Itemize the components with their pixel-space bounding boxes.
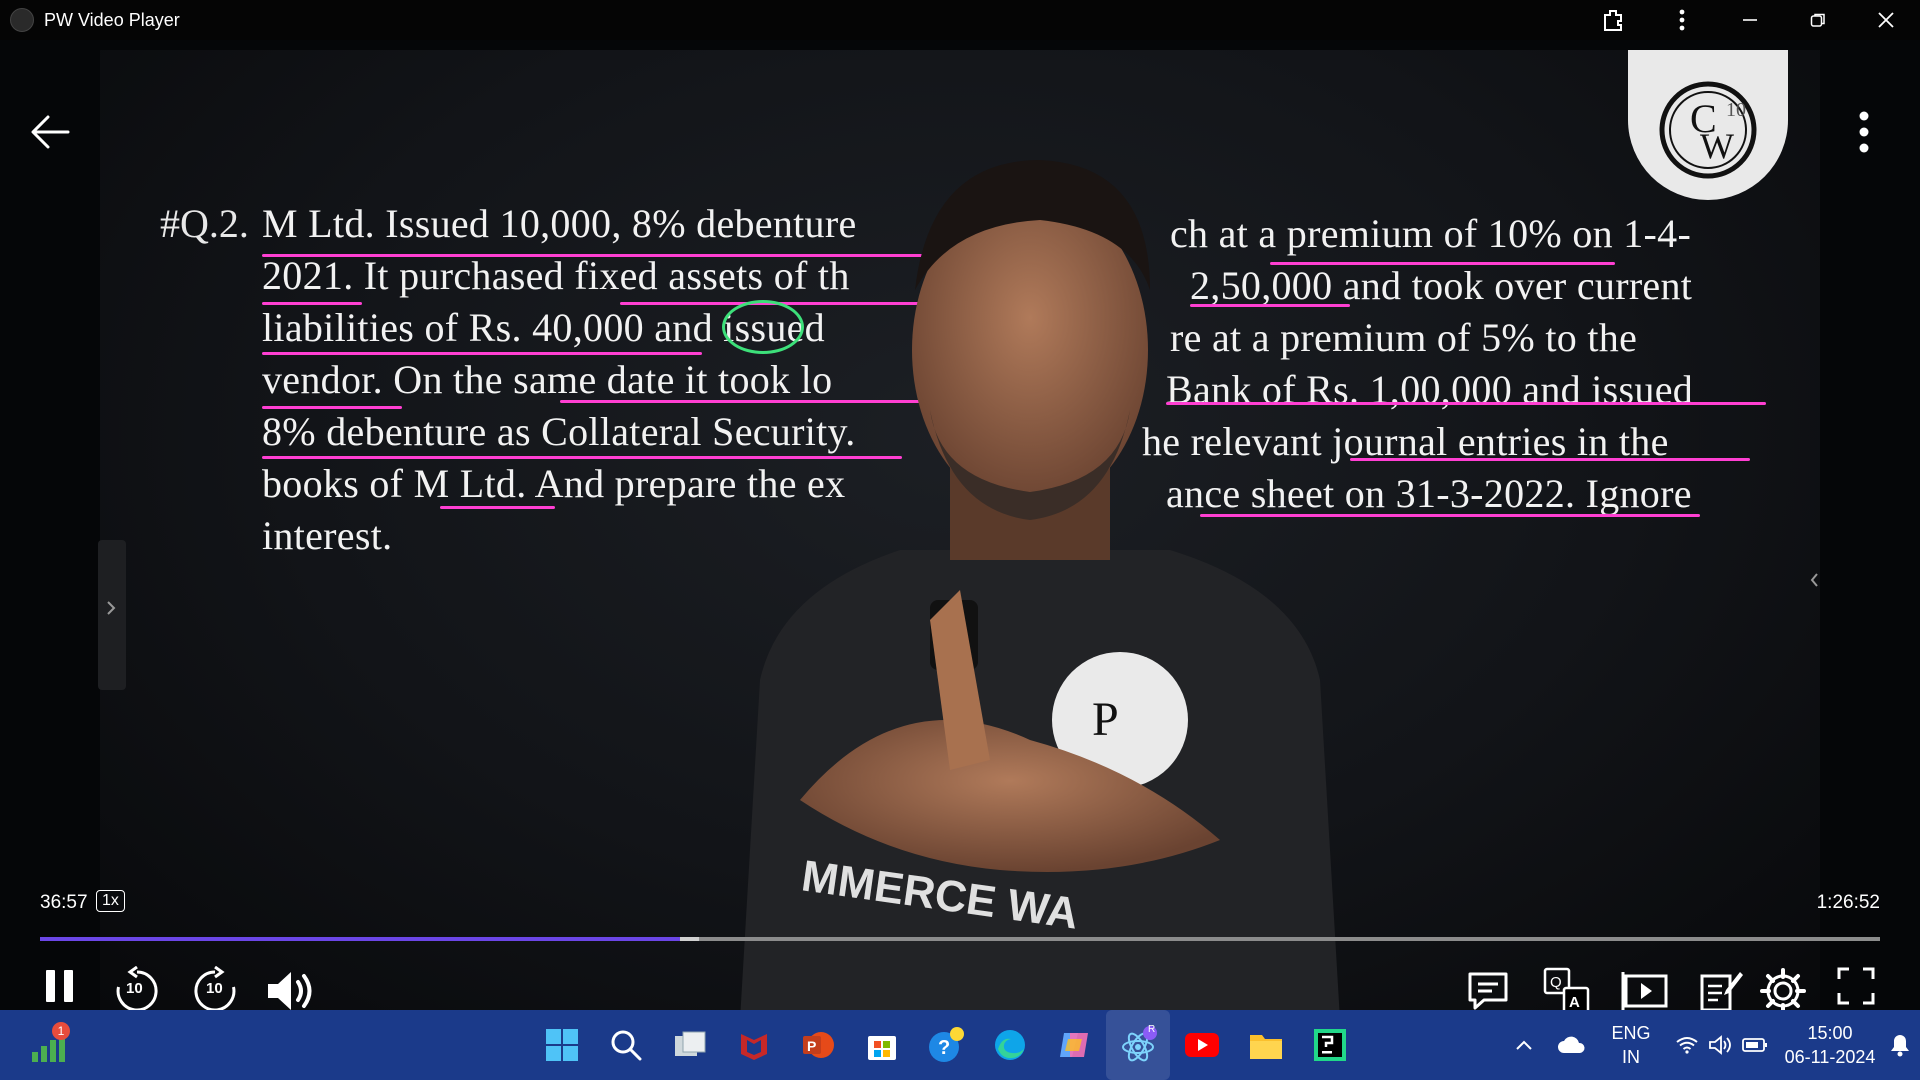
left-panel-toggle[interactable] — [98, 540, 126, 690]
buffered-bar — [680, 937, 699, 941]
store-icon — [868, 1036, 896, 1060]
notes-icon — [1700, 972, 1743, 1010]
close-button[interactable] — [1852, 0, 1920, 40]
comments-icon — [1468, 972, 1508, 1010]
language-indicator[interactable]: ENG IN — [1598, 1021, 1664, 1069]
player-menu-icon[interactable] — [1858, 110, 1870, 159]
copilot-icon — [1060, 1033, 1088, 1057]
wifi-icon — [1676, 1037, 1698, 1054]
powerpoint-icon: P — [803, 1032, 834, 1058]
window-title: PW Video Player — [44, 9, 180, 30]
taskbar: 1 P ? R ENG IN 15:00 06-11-2024 — [0, 1010, 1920, 1080]
video-frame[interactable]: #Q.2. M Ltd. Issued 10,000, 8% debenture… — [0, 40, 1920, 1010]
notifications-button[interactable] — [1880, 1033, 1920, 1057]
svg-text:P: P — [1092, 693, 1119, 746]
fullscreen-button[interactable] — [1836, 966, 1876, 1006]
annotation-underline — [1350, 458, 1750, 461]
mcafee-icon — [741, 1034, 767, 1060]
restore-button[interactable] — [1784, 0, 1852, 40]
clock-time: 15:00 — [1807, 1023, 1853, 1043]
task-view-button[interactable] — [658, 1010, 722, 1080]
onedrive-icon[interactable] — [1546, 1035, 1598, 1055]
total-time: 1:26:52 — [1816, 892, 1880, 913]
mcafee-app[interactable] — [722, 1010, 786, 1080]
annotation-underline — [440, 506, 555, 509]
get-help-app[interactable]: ? — [914, 1010, 978, 1080]
ide-icon — [1314, 1029, 1346, 1061]
copilot-badge: R — [1148, 1024, 1156, 1035]
playlist-icon — [1621, 972, 1668, 1010]
settings-button[interactable] — [1758, 966, 1808, 1010]
youtube-app[interactable] — [1170, 1010, 1234, 1080]
folder-icon — [1250, 1035, 1282, 1059]
help-icon: ? — [929, 1027, 964, 1062]
task-view-icon — [675, 1031, 706, 1056]
logo-superscript: 10 — [1726, 99, 1746, 121]
more-options-icon[interactable] — [1648, 0, 1716, 40]
clock[interactable]: 15:00 06-11-2024 — [1780, 1021, 1880, 1069]
quick-settings[interactable] — [1664, 1035, 1780, 1055]
current-time: 36:57 — [40, 892, 88, 913]
annotation-underline — [262, 406, 402, 409]
windows-icon — [546, 1029, 578, 1061]
pycharm-app[interactable] — [1298, 1010, 1362, 1080]
question-line-7: interest. — [262, 513, 393, 558]
pause-icon — [46, 970, 73, 1002]
playlist-button[interactable] — [1620, 966, 1670, 1010]
forward-10-button[interactable]: 10 — [190, 966, 240, 1010]
rewind-10-button[interactable]: 10 — [112, 966, 162, 1010]
svg-text:A: A — [1569, 994, 1580, 1010]
react-devtools-app[interactable]: R — [1106, 1010, 1170, 1080]
question-number: #Q.2. — [160, 201, 249, 246]
start-button[interactable] — [530, 1010, 594, 1080]
playback-speed-button[interactable]: 1x — [96, 890, 125, 912]
rewind-10-label: 10 — [126, 980, 143, 997]
forward-10-label: 10 — [206, 980, 223, 997]
file-explorer-app[interactable] — [1234, 1010, 1298, 1080]
channel-logo: C W 10 — [1628, 50, 1788, 200]
volume-button[interactable] — [264, 966, 318, 1010]
bell-icon — [1891, 1035, 1909, 1057]
annotation-underline — [262, 352, 702, 355]
volume-icon — [268, 972, 312, 1010]
language-label: ENG — [1611, 1023, 1651, 1043]
battery-icon — [1742, 1038, 1767, 1052]
microsoft-store-app[interactable] — [850, 1010, 914, 1080]
seek-bar[interactable] — [40, 937, 1880, 941]
network-stats-widget[interactable]: 1 — [30, 1022, 70, 1069]
powerpoint-app[interactable]: P — [786, 1010, 850, 1080]
chevron-up-icon — [1516, 1040, 1532, 1050]
minimize-button[interactable] — [1716, 0, 1784, 40]
pause-button[interactable] — [42, 966, 78, 1006]
notes-button[interactable] — [1696, 966, 1746, 1010]
comments-button[interactable] — [1464, 966, 1512, 1010]
settings-icon — [1760, 968, 1806, 1010]
clock-date: 06-11-2024 — [1784, 1047, 1876, 1067]
app-icon — [10, 8, 34, 32]
search-icon — [611, 1030, 642, 1061]
youtube-icon — [1185, 1033, 1219, 1057]
title-bar: PW Video Player — [0, 0, 1920, 40]
translate-icon: QA — [1543, 967, 1590, 1010]
translate-button[interactable]: QA — [1542, 966, 1592, 1010]
presenter: P MMERCE WA — [740, 160, 1340, 1010]
fullscreen-icon — [1837, 967, 1875, 1005]
annotation-underline — [262, 302, 362, 305]
copilot-app[interactable] — [1042, 1010, 1106, 1080]
edge-app[interactable] — [978, 1010, 1042, 1080]
extension-icon[interactable] — [1580, 0, 1648, 40]
svg-text:?: ? — [938, 1037, 950, 1059]
svg-text:P: P — [807, 1038, 816, 1054]
logo-letter-w: W — [1700, 126, 1734, 166]
right-panel-toggle[interactable] — [1808, 540, 1822, 620]
edge-icon — [995, 1030, 1025, 1060]
speaker-icon — [1709, 1035, 1731, 1055]
notification-count: 1 — [52, 1022, 70, 1040]
search-button[interactable] — [594, 1010, 658, 1080]
show-hidden-icons[interactable] — [1502, 1039, 1546, 1051]
back-button[interactable] — [28, 110, 72, 159]
region-label: IN — [1622, 1047, 1640, 1067]
svg-text:Q: Q — [1550, 974, 1562, 991]
played-bar — [40, 937, 681, 941]
